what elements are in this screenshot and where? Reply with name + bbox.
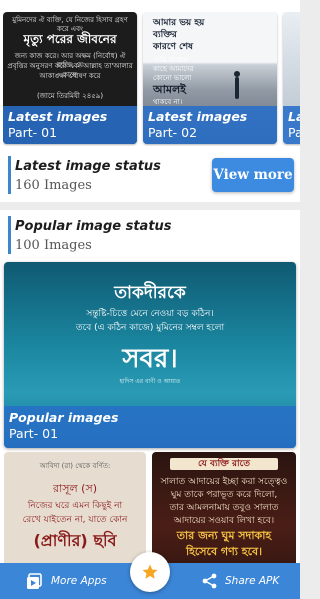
card-caption: Latest images Part- 01 — [3, 106, 137, 144]
artwork-text: আমার ভয় হয় — [153, 18, 205, 28]
artwork-text: রাসূল (স) — [52, 482, 98, 495]
artwork-text: আবিদা (রা) থেকে বর্ণিত: — [39, 462, 111, 470]
artwork-text: নিজের ঘরে এমন কিছুই না — [27, 501, 123, 511]
artwork-text: আদায়ের সওয়াব লিখা হবে। — [173, 516, 275, 526]
popular-image-status-section: Popular image status 100 Images তাকদীরকে… — [0, 210, 300, 599]
artwork-text: আমলই — [153, 83, 186, 96]
latest-carousel-strip: মুমিনদের ঐ ব্যক্তি, যে নিজের হিসাব গ্রহণ… — [0, 0, 300, 150]
more-apps-button[interactable]: More Apps — [26, 563, 107, 599]
more-apps-label: More Apps — [51, 575, 107, 587]
popular-images-card-part-01[interactable]: তাকদীরকে সন্তুষ্টি-চিত্তে মেনে নেওয়া বড… — [4, 262, 296, 448]
artwork-text: কারণে শেষ — [153, 42, 193, 52]
card-part: Part- — [288, 125, 300, 140]
artwork-text: (প্রাণীর) ছবি — [33, 531, 117, 550]
section-accent-bar — [8, 216, 11, 254]
card-caption: Latest images Part- 02 — [143, 106, 277, 144]
artwork-text: পর্যন্ত আল্লাহ — [153, 56, 188, 64]
card-part: Part- 01 — [8, 125, 58, 140]
artwork-heading: তাকদীরকে — [114, 283, 186, 303]
latest-image-status-section: Latest image status 160 Images View more — [0, 150, 300, 202]
artwork-text: হিসেবে গণ্য হবে। — [185, 545, 263, 558]
latest-images-card-part-01[interactable]: মুমিনদের ঐ ব্যক্তি, যে নিজের হিসাব গ্রহণ… — [3, 12, 137, 144]
artwork-text: সন্তুষ্টি-চিত্তে মেনে নেওয়া বড় কঠিন। — [86, 309, 214, 319]
image-count: 100 Images — [15, 238, 92, 253]
artwork-text: ঘুম তাকে পরাভূত করে দিলো, — [170, 490, 278, 500]
latest-images-card-part-03[interactable]: Latest images Part- — [283, 12, 300, 144]
section-accent-bar — [8, 156, 11, 194]
card-part: Part- 02 — [148, 125, 198, 140]
card-title: Latest images — [288, 109, 300, 124]
card-caption: Popular images Part- 01 — [4, 406, 296, 448]
latest-images-card-part-02[interactable]: আমার ভয় হয় ব্যক্তির কারণে শেষ পর্যন্ত … — [143, 12, 277, 144]
share-apk-label: Share APK — [225, 575, 280, 587]
artwork-text: কাছে আমাদের — [153, 65, 194, 73]
artwork-text: রেখে যাইতেন না, যাতে কোন — [22, 515, 128, 525]
rate-favorite-button[interactable] — [130, 552, 170, 592]
artwork-text: কোনো ভালো — [153, 74, 192, 82]
artwork-text: তার জন্য ঘুম সদাকাহ — [176, 529, 272, 542]
artwork-text: আকাঙ্ক্ষা পোষণ করে — [39, 72, 101, 80]
section-title: Popular image status — [15, 219, 172, 234]
artwork-text: সালাত আদায়ের ইচ্ছা করা সত্ত্বেও — [160, 477, 288, 487]
card-part: Part- 01 — [9, 426, 59, 441]
person-silhouette-icon — [234, 71, 240, 99]
artwork-text: (জামে তিরমিযী ২৪৫৯) — [36, 92, 104, 100]
artwork-text: তার আমলনামায় তবুও সালাত — [169, 503, 279, 513]
card-title: Latest images — [8, 109, 108, 124]
card-title: Latest images — [148, 109, 248, 124]
artwork-text: যে ব্যক্তি রাতে — [170, 458, 278, 470]
apps-stack-icon — [27, 572, 42, 589]
card-caption: Latest images Part- — [283, 106, 300, 144]
artwork-text: মৃত্যু পরের জীবনের — [23, 32, 117, 46]
star-icon — [142, 564, 158, 579]
share-icon — [202, 573, 217, 589]
share-apk-button[interactable]: Share APK — [202, 563, 279, 599]
section-title: Latest image status — [15, 159, 161, 174]
view-more-button[interactable]: View more — [212, 158, 294, 192]
latest-images-carousel[interactable]: মুমিনদের ঐ ব্যক্তি, যে নিজের হিসাব গ্রহণ… — [3, 12, 300, 146]
card-title: Popular images — [9, 410, 119, 425]
artwork-text: তবে (এ কঠিন কাজে) মুমিনের সম্বল হলো — [75, 323, 225, 333]
artwork-text: ব্যক্তির — [153, 30, 177, 40]
artwork-footer: হাদিস এর বাণী ও আয়াত — [119, 378, 181, 385]
image-count: 160 Images — [15, 178, 92, 193]
